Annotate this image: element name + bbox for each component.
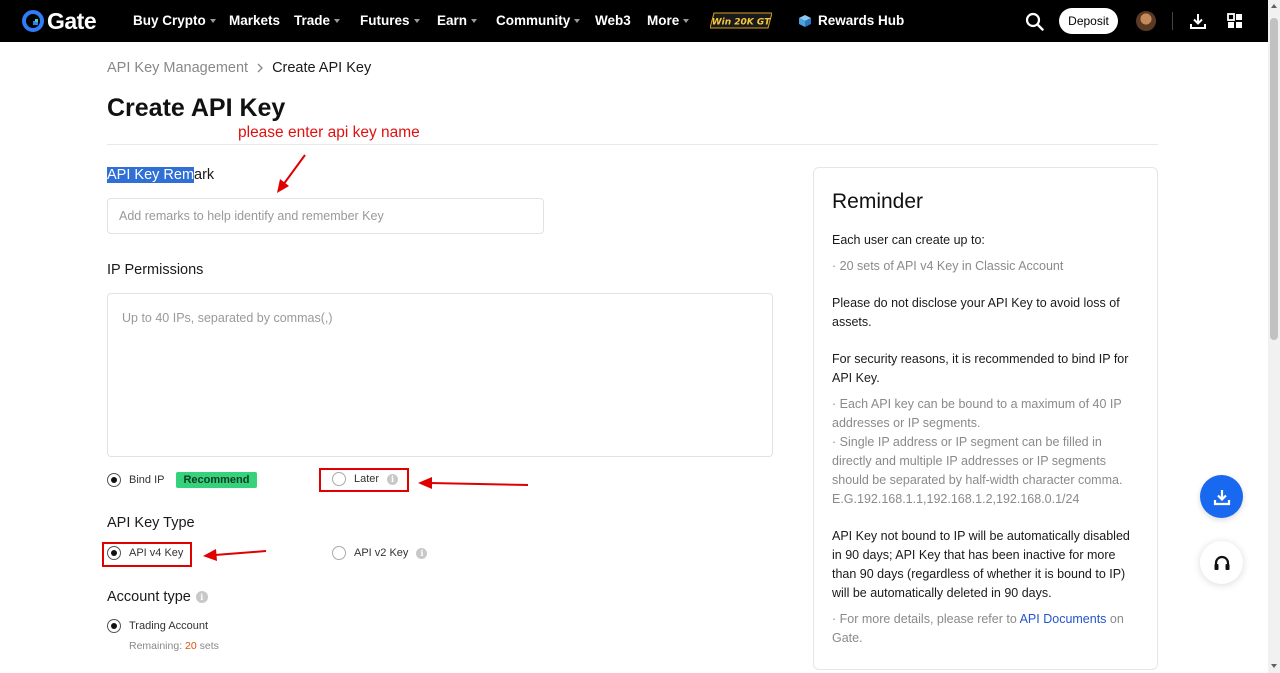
remaining-count: 20 [185,640,197,652]
reminder-text: API Key not bound to IP will be automati… [832,529,1130,600]
breadcrumb-parent-link[interactable]: API Key Management [107,60,248,76]
remaining-prefix: Remaining: [129,640,186,652]
gate-logo-icon [22,10,44,32]
download-icon [1213,489,1230,505]
download-icon[interactable] [1189,12,1207,30]
reminder-text: For security reasons, it is recommended … [832,352,1129,385]
nav-label: Futures [360,13,410,28]
gift-box-icon [799,14,811,27]
nav-buy-crypto[interactable]: Buy Crypto [133,13,216,28]
top-navbar: Gate Buy Crypto Markets Trade Futures Ea… [0,0,1268,42]
reminder-subtext: · Each API key can be bound to a maximum… [832,397,1122,430]
account-type-text: Account type [107,589,191,605]
annotation-box [319,468,409,492]
ip-input[interactable] [107,293,773,457]
nav-label: Trade [294,13,331,28]
recommend-badge: Recommend [176,472,257,488]
remark-label-highlighted: API Key Rem [107,167,195,183]
annotation-text: please enter api key name [238,124,420,141]
api-documents-link[interactable]: API Documents [1020,612,1107,626]
reminder-subtext: · For more details, please refer to API … [832,610,1139,648]
arrow-to-remark [277,154,306,193]
promo-text: Win 20K GT [712,18,771,28]
radio-unselected[interactable] [332,546,346,560]
api-v2-option[interactable]: API v2 Key i [332,546,428,560]
chevron-down-icon [209,18,216,23]
nav-earn[interactable]: Earn [437,13,478,28]
reminder-title: Reminder [832,190,924,213]
chevron-down-icon [334,18,341,23]
nav-label: Earn [437,13,468,28]
scroll-down-arrow-icon[interactable] [1271,664,1277,668]
grid-icon[interactable] [1227,13,1243,29]
nav-web3[interactable]: Web3 [595,13,631,28]
chevron-down-icon [683,18,690,23]
promo-banner[interactable]: Win 20K GT [710,12,772,29]
breadcrumb-current: Create API Key [272,60,372,76]
chevron-down-icon [574,18,581,23]
nav-label: Web3 [595,13,631,28]
trading-account-label: Trading Account [129,620,209,632]
nav-divider [1172,12,1173,30]
key-type-label: API Key Type [107,515,195,531]
scroll-up-arrow-icon[interactable] [1271,4,1277,8]
gate-logo[interactable]: Gate [22,7,97,34]
divider [107,144,1158,145]
arrow-to-later [418,477,529,489]
bind-ip-option[interactable]: Bind IP Recommend [107,472,257,488]
remaining-sets: Remaining: 20 sets [129,640,219,652]
reminder-text: Each user can create up to: [832,233,985,247]
bind-ip-label: Bind IP [129,474,165,486]
trading-account-option[interactable]: Trading Account [107,619,208,633]
reminder-link-prefix: · For more details, please refer to [832,612,1020,626]
logo-text: Gate [47,7,97,34]
radio-selected[interactable] [107,619,121,633]
search-icon[interactable] [1025,12,1044,31]
avatar[interactable] [1136,11,1156,31]
ip-permissions-label: IP Permissions [107,262,204,278]
breadcrumb: API Key Management Create API Key [107,60,371,76]
nav-markets[interactable]: Markets [229,13,280,28]
nav-label: Buy Crypto [133,13,206,28]
headset-icon [1214,555,1229,570]
page-title: Create API Key [107,94,286,122]
reminder-subtext: · 20 sets of API v4 Key in Classic Accou… [832,259,1064,273]
remaining-suffix: sets [196,640,219,652]
nav-futures[interactable]: Futures [360,13,420,28]
radio-selected[interactable] [107,473,121,487]
annotation-box [102,542,192,567]
support-button[interactable] [1200,541,1243,584]
chevron-down-icon [413,18,420,23]
nav-label: More [647,13,680,28]
nav-label: Markets [229,13,281,28]
remark-input[interactable] [107,198,544,234]
chevron-right-icon [257,63,263,73]
info-icon[interactable]: i [195,591,208,603]
nav-community[interactable]: Community [496,13,581,28]
reminder-text: Please do not disclose your API Key to a… [832,296,1120,329]
reminder-panel: Reminder Each user can create up to: · 2… [813,167,1158,670]
nav-label: Community [496,13,571,28]
remark-label-rest: ark [194,167,215,183]
api-v2-label: API v2 Key [354,547,409,559]
account-type-label: Account type i [107,589,208,605]
arrow-to-api-v4 [203,549,267,561]
deposit-button[interactable]: Deposit [1059,8,1118,34]
rewards-label: Rewards Hub [818,13,905,28]
nav-trade[interactable]: Trade [294,13,341,28]
nav-more[interactable]: More [647,13,690,28]
download-app-button[interactable] [1200,475,1243,518]
scroll-thumb[interactable] [1270,18,1278,340]
reminder-subtext: · Single IP address or IP segment can be… [832,435,1123,506]
remark-label: API Key Remark [107,167,214,183]
page-scrollbar[interactable] [1268,0,1280,673]
info-icon[interactable]: i [416,547,428,559]
rewards-hub-link[interactable]: Rewards Hub [798,13,904,28]
chevron-down-icon [471,18,478,23]
